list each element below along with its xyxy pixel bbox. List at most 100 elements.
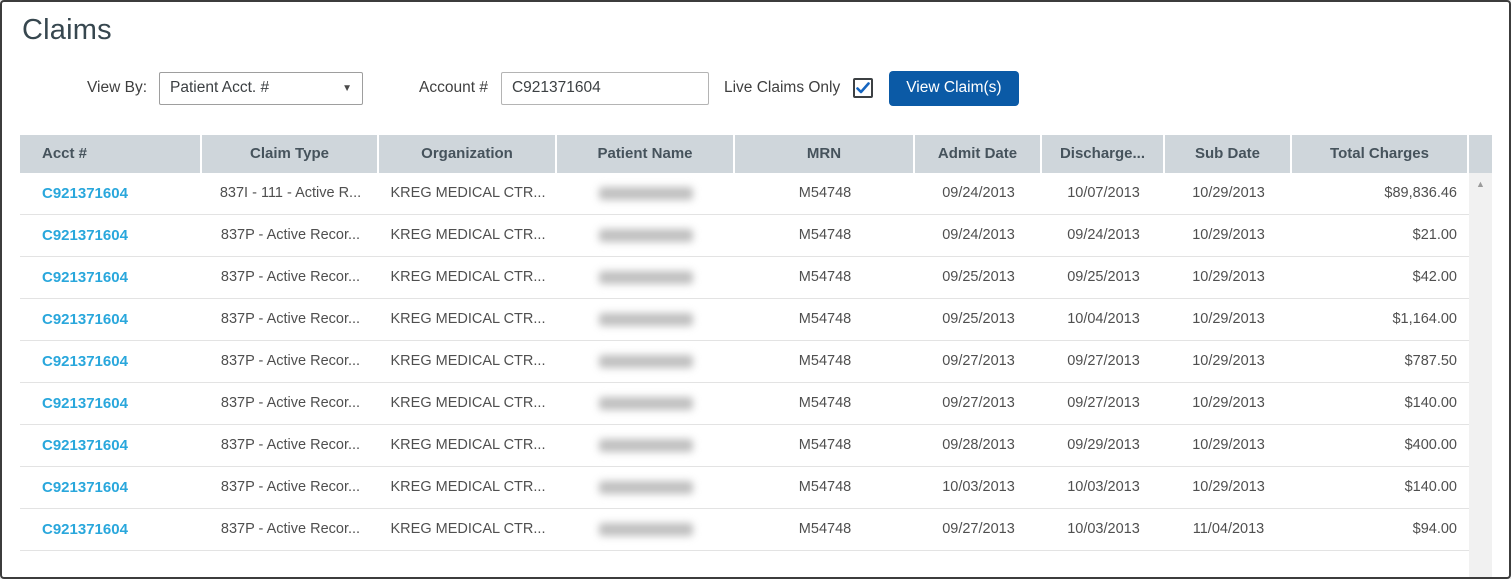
acct-link[interactable]: C921371604	[42, 353, 128, 370]
claim-type-cell: 837P - Active Recor...	[202, 509, 379, 550]
total-charges-cell: $140.00	[1292, 383, 1469, 424]
table-body: C921371604 837I - 111 - Active R... KREG…	[20, 173, 1469, 577]
acct-cell: C921371604	[20, 467, 202, 508]
organization-cell: KREG MEDICAL CTR...	[379, 509, 557, 550]
table-row: C921371604 837P - Active Recor... KREG M…	[20, 341, 1469, 383]
claim-type-cell: 837I - 111 - Active R...	[202, 173, 379, 214]
admit-date-cell: 09/27/2013	[915, 383, 1042, 424]
account-input[interactable]	[501, 72, 709, 105]
chevron-down-icon: ▼	[342, 83, 352, 94]
patient-name-redacted	[599, 397, 693, 410]
acct-cell: C921371604	[20, 509, 202, 550]
acct-cell: C921371604	[20, 299, 202, 340]
col-header-total-charges[interactable]: Total Charges	[1292, 135, 1469, 173]
sub-date-cell: 10/29/2013	[1165, 467, 1292, 508]
col-header-acct[interactable]: Acct #	[20, 135, 202, 173]
table-row: C921371604 837P - Active Recor... KREG M…	[20, 425, 1469, 467]
mrn-cell: M54748	[735, 509, 915, 550]
patient-name-cell	[557, 257, 735, 298]
patient-name-cell	[557, 299, 735, 340]
admit-date-cell: 09/24/2013	[915, 173, 1042, 214]
col-header-patient-name[interactable]: Patient Name	[557, 135, 735, 173]
patient-name-redacted	[599, 187, 693, 200]
admit-date-cell: 09/25/2013	[915, 299, 1042, 340]
col-header-discharge-date[interactable]: Discharge...	[1042, 135, 1165, 173]
total-charges-cell: $42.00	[1292, 257, 1469, 298]
sub-date-cell: 10/29/2013	[1165, 173, 1292, 214]
patient-name-cell	[557, 467, 735, 508]
discharge-date-cell: 09/27/2013	[1042, 383, 1165, 424]
organization-cell: KREG MEDICAL CTR...	[379, 341, 557, 382]
acct-link[interactable]: C921371604	[42, 479, 128, 496]
claim-type-cell: 837P - Active Recor...	[202, 425, 379, 466]
live-claims-label: Live Claims Only	[724, 79, 840, 97]
col-header-scrollbar-stub	[1469, 135, 1492, 173]
acct-cell: C921371604	[20, 173, 202, 214]
discharge-date-cell: 10/03/2013	[1042, 467, 1165, 508]
vertical-scrollbar[interactable]: ▲	[1469, 173, 1492, 579]
admit-date-cell: 09/27/2013	[915, 341, 1042, 382]
patient-name-redacted	[599, 271, 693, 284]
patient-name-redacted	[599, 481, 693, 494]
table-row: C921371604 837I - 111 - Active R... KREG…	[20, 173, 1469, 215]
view-by-selected-value: Patient Acct. #	[170, 79, 269, 97]
acct-link[interactable]: C921371604	[42, 395, 128, 412]
scroll-up-icon[interactable]: ▲	[1469, 173, 1492, 189]
acct-link[interactable]: C921371604	[42, 269, 128, 286]
claim-type-cell: 837P - Active Recor...	[202, 257, 379, 298]
col-header-sub-date[interactable]: Sub Date	[1165, 135, 1292, 173]
table-row: C921371604 837P - Active Recor... KREG M…	[20, 509, 1469, 551]
discharge-date-cell: 09/24/2013	[1042, 215, 1165, 256]
admit-date-cell: 09/27/2013	[915, 509, 1042, 550]
patient-name-redacted	[599, 229, 693, 242]
table-row: C921371604 837P - Active Recor... KREG M…	[20, 299, 1469, 341]
patient-name-redacted	[599, 313, 693, 326]
total-charges-cell: $21.00	[1292, 215, 1469, 256]
patient-name-redacted	[599, 355, 693, 368]
acct-link[interactable]: C921371604	[42, 185, 128, 202]
total-charges-cell: $89,836.46	[1292, 173, 1469, 214]
table-row: C921371604 837P - Active Recor... KREG M…	[20, 467, 1469, 509]
claim-type-cell: 837P - Active Recor...	[202, 467, 379, 508]
admit-date-cell: 09/25/2013	[915, 257, 1042, 298]
table-row: C921371604 837P - Active Recor... KREG M…	[20, 383, 1469, 425]
col-header-admit-date[interactable]: Admit Date	[915, 135, 1042, 173]
sub-date-cell: 10/29/2013	[1165, 257, 1292, 298]
patient-name-cell	[557, 383, 735, 424]
acct-cell: C921371604	[20, 383, 202, 424]
sub-date-cell: 11/04/2013	[1165, 509, 1292, 550]
acct-link[interactable]: C921371604	[42, 311, 128, 328]
col-header-organization[interactable]: Organization	[379, 135, 557, 173]
mrn-cell: M54748	[735, 467, 915, 508]
col-header-claim-type[interactable]: Claim Type	[202, 135, 379, 173]
organization-cell: KREG MEDICAL CTR...	[379, 257, 557, 298]
table-header-row: Acct # Claim Type Organization Patient N…	[20, 135, 1492, 173]
patient-name-cell	[557, 425, 735, 466]
mrn-cell: M54748	[735, 215, 915, 256]
organization-cell: KREG MEDICAL CTR...	[379, 173, 557, 214]
sub-date-cell: 10/29/2013	[1165, 299, 1292, 340]
discharge-date-cell: 10/03/2013	[1042, 509, 1165, 550]
mrn-cell: M54748	[735, 257, 915, 298]
col-header-mrn[interactable]: MRN	[735, 135, 915, 173]
patient-name-redacted	[599, 523, 693, 536]
total-charges-cell: $94.00	[1292, 509, 1469, 550]
admit-date-cell: 09/28/2013	[915, 425, 1042, 466]
mrn-cell: M54748	[735, 425, 915, 466]
organization-cell: KREG MEDICAL CTR...	[379, 215, 557, 256]
view-claims-button[interactable]: View Claim(s)	[889, 71, 1018, 106]
checkmark-icon	[856, 82, 870, 94]
claims-table: Acct # Claim Type Organization Patient N…	[20, 135, 1492, 577]
admit-date-cell: 10/03/2013	[915, 467, 1042, 508]
mrn-cell: M54748	[735, 341, 915, 382]
acct-link[interactable]: C921371604	[42, 437, 128, 454]
table-row: C921371604 837P - Active Recor... KREG M…	[20, 215, 1469, 257]
live-claims-checkbox[interactable]	[853, 78, 873, 98]
account-label: Account #	[419, 79, 488, 97]
view-by-dropdown[interactable]: Patient Acct. # ▼	[159, 72, 363, 105]
view-by-label: View By:	[87, 79, 147, 97]
patient-name-cell	[557, 173, 735, 214]
controls-bar: View By: Patient Acct. # ▼ Account # Liv…	[2, 70, 1509, 106]
acct-link[interactable]: C921371604	[42, 521, 128, 538]
acct-link[interactable]: C921371604	[42, 227, 128, 244]
